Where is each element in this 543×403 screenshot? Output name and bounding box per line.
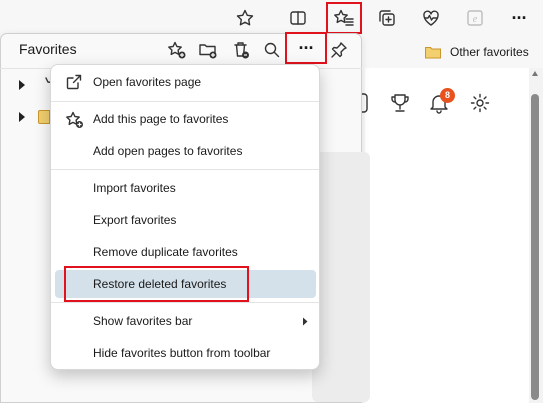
- menu-item-show-favorites-bar[interactable]: Show favorites bar: [55, 307, 316, 335]
- browser-essentials-icon[interactable]: [417, 4, 445, 32]
- menu-item-label: Remove duplicate favorites: [93, 245, 238, 259]
- menu-item-label: Open favorites page: [93, 75, 202, 89]
- more-icon[interactable]: ···: [505, 4, 533, 32]
- web-page: [365, 68, 543, 403]
- menu-item-open-favorites-page[interactable]: Open favorites page: [55, 68, 316, 96]
- scroll-up-arrow-icon[interactable]: [531, 70, 539, 78]
- star-outline-icon[interactable]: [231, 4, 259, 32]
- favorites-more-menu: Open favorites page Add this page to fav…: [50, 64, 320, 370]
- favorites-panel-title: Favorites: [19, 41, 77, 57]
- svg-text:e: e: [473, 14, 478, 25]
- delete-favorites-icon[interactable]: [227, 36, 255, 64]
- menu-item-label: Add this page to favorites: [93, 112, 229, 126]
- settings-gear-icon[interactable]: [469, 92, 491, 114]
- menu-item-add-open-pages[interactable]: Add open pages to favorites: [55, 137, 316, 165]
- favorites-icon[interactable]: [326, 2, 362, 34]
- folder-icon: [38, 110, 50, 124]
- open-external-icon: [65, 73, 83, 91]
- menu-divider: [51, 169, 319, 170]
- split-screen-icon[interactable]: [284, 4, 312, 32]
- menu-item-hide-favorites-button[interactable]: Hide favorites button from toolbar: [55, 339, 316, 367]
- add-favorite-icon[interactable]: [163, 36, 191, 64]
- more-icon-label: ···: [511, 7, 528, 28]
- more-options-label: ···: [298, 37, 315, 58]
- other-favorites-folder[interactable]: Other favorites: [424, 44, 529, 60]
- folder-icon: [425, 47, 441, 59]
- collections-icon[interactable]: [373, 4, 401, 32]
- menu-item-remove-duplicates[interactable]: Remove duplicate favorites: [55, 238, 316, 266]
- menu-item-label: Hide favorites button from toolbar: [93, 346, 271, 360]
- trophy-icon[interactable]: [389, 92, 411, 114]
- menu-item-export-favorites[interactable]: Export favorites: [55, 206, 316, 234]
- notification-badge: 8: [440, 88, 455, 103]
- pin-icon[interactable]: [325, 36, 353, 64]
- submenu-arrow-icon: [302, 317, 308, 326]
- star-add-icon: [65, 110, 85, 130]
- search-icon[interactable]: [258, 36, 286, 64]
- restore-deleted-highlight: [64, 266, 249, 302]
- scrollbar-thumb[interactable]: [531, 94, 539, 400]
- menu-item-label: Show favorites bar: [93, 314, 193, 328]
- menu-divider: [51, 302, 319, 303]
- menu-item-label: Add open pages to favorites: [93, 144, 243, 158]
- add-folder-icon[interactable]: [194, 36, 222, 64]
- menu-item-label: Import favorites: [93, 181, 176, 195]
- menu-item-label: Export favorites: [93, 213, 177, 227]
- background-card: [312, 152, 370, 402]
- more-options-icon[interactable]: ···: [285, 32, 327, 64]
- internet-explorer-mode-icon[interactable]: e: [461, 4, 489, 32]
- tree-expand-arrow-icon[interactable]: [18, 79, 26, 91]
- tree-expand-arrow-icon[interactable]: [18, 111, 26, 123]
- other-favorites-label: Other favorites: [450, 45, 529, 59]
- menu-item-import-favorites[interactable]: Import favorites: [55, 174, 316, 202]
- menu-item-add-this-page[interactable]: Add this page to favorites: [55, 105, 316, 133]
- menu-divider: [51, 101, 319, 102]
